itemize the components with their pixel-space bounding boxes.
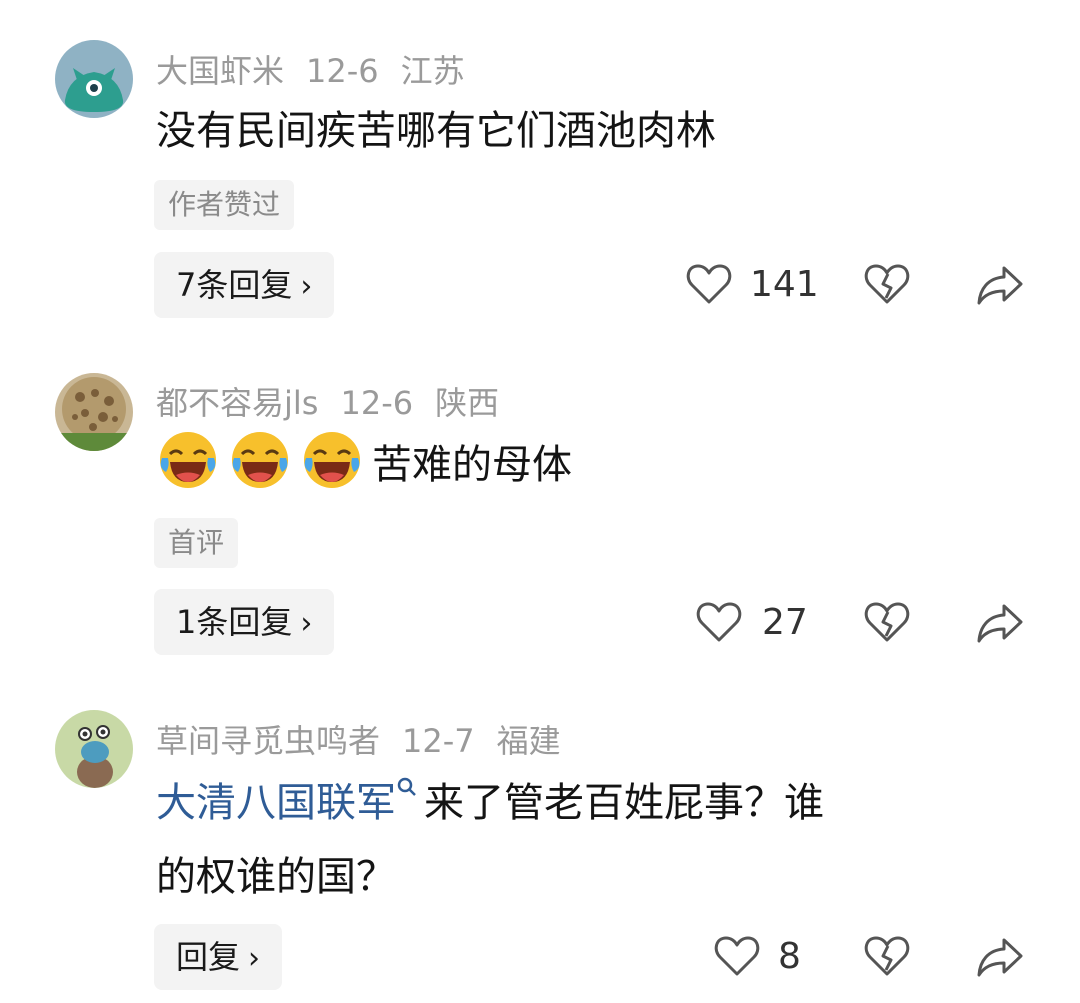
username[interactable]: 草间寻觅虫鸣者: [156, 722, 380, 760]
like-button[interactable]: [714, 934, 760, 978]
comment-text-row: 苦难的母体: [156, 428, 1016, 502]
heart-icon: [714, 936, 760, 976]
avatar[interactable]: [55, 373, 133, 451]
like-button[interactable]: [696, 600, 742, 644]
author-liked-tag: 作者赞过: [154, 180, 295, 230]
share-arrow-icon: [977, 266, 1023, 305]
comment-date: 12-6: [340, 384, 414, 422]
comment-location: 福建: [496, 722, 561, 760]
avatar-monster-icon: [55, 40, 133, 118]
comment-text: 来了管老百姓屁事？谁: [424, 780, 824, 826]
dislike-button[interactable]: [864, 600, 910, 644]
comment-text: 苦难的母体: [372, 442, 572, 488]
chevron-right-icon: ›: [300, 269, 313, 304]
heart-icon: [686, 264, 732, 304]
comment-meta: 大国虾米 12-6 江苏: [156, 46, 487, 92]
broken-heart-icon: [864, 936, 910, 976]
laughing-tears-emoji: [160, 432, 216, 488]
dislike-button[interactable]: [864, 262, 910, 306]
replies-label: 回复: [176, 938, 241, 976]
share-arrow-icon: [977, 604, 1023, 643]
share-arrow-icon: [977, 938, 1023, 977]
broken-heart-icon: [864, 602, 910, 642]
username[interactable]: 大国虾米: [156, 52, 284, 90]
avatar-dome-photo-icon: [55, 373, 133, 451]
broken-heart-icon: [864, 264, 910, 304]
comment-text: 没有民间疾苦哪有它们酒池肉林: [156, 108, 716, 154]
like-count: 141: [750, 264, 819, 305]
like-count: 27: [762, 602, 808, 643]
comment-text-line2: 的权谁的国？: [156, 854, 396, 900]
share-button[interactable]: [976, 936, 1024, 978]
replies-label: 7条回复: [176, 266, 293, 304]
search-icon: [397, 777, 416, 796]
comment-location: 江苏: [400, 52, 465, 90]
share-button[interactable]: [976, 602, 1024, 644]
comment-meta: 草间寻觅虫鸣者 12-7 福建: [156, 716, 583, 762]
heart-icon: [696, 602, 742, 642]
like-count: 8: [778, 936, 801, 977]
reply-button[interactable]: 回复 ›: [154, 924, 283, 990]
laughing-tears-emoji: [232, 432, 288, 488]
share-button[interactable]: [976, 264, 1024, 306]
chevron-right-icon: ›: [248, 941, 261, 976]
like-button[interactable]: [686, 262, 732, 306]
laughing-tears-emoji: [304, 432, 360, 488]
comment-date: 12-7: [402, 722, 475, 760]
replies-label: 1条回复: [176, 603, 293, 641]
chevron-right-icon: ›: [300, 606, 313, 641]
comment-location: 陕西: [435, 384, 500, 422]
avatar[interactable]: [55, 710, 133, 788]
comment-text-line1: 大清八国联军 来了管老百姓屁事？谁: [156, 766, 1016, 840]
comment-meta: 都不容易jls 12-6 陕西: [156, 378, 521, 424]
topic-link[interactable]: 大清八国联军: [156, 780, 396, 826]
avatar[interactable]: [55, 40, 133, 118]
view-replies-button[interactable]: 7条回复 ›: [154, 252, 335, 318]
dislike-button[interactable]: [864, 934, 910, 978]
username[interactable]: 都不容易jls: [156, 384, 318, 422]
first-comment-tag: 首评: [154, 518, 239, 568]
comment-date: 12-6: [306, 52, 379, 90]
avatar-snail-icon: [55, 710, 133, 788]
view-replies-button[interactable]: 1条回复 ›: [154, 589, 335, 655]
